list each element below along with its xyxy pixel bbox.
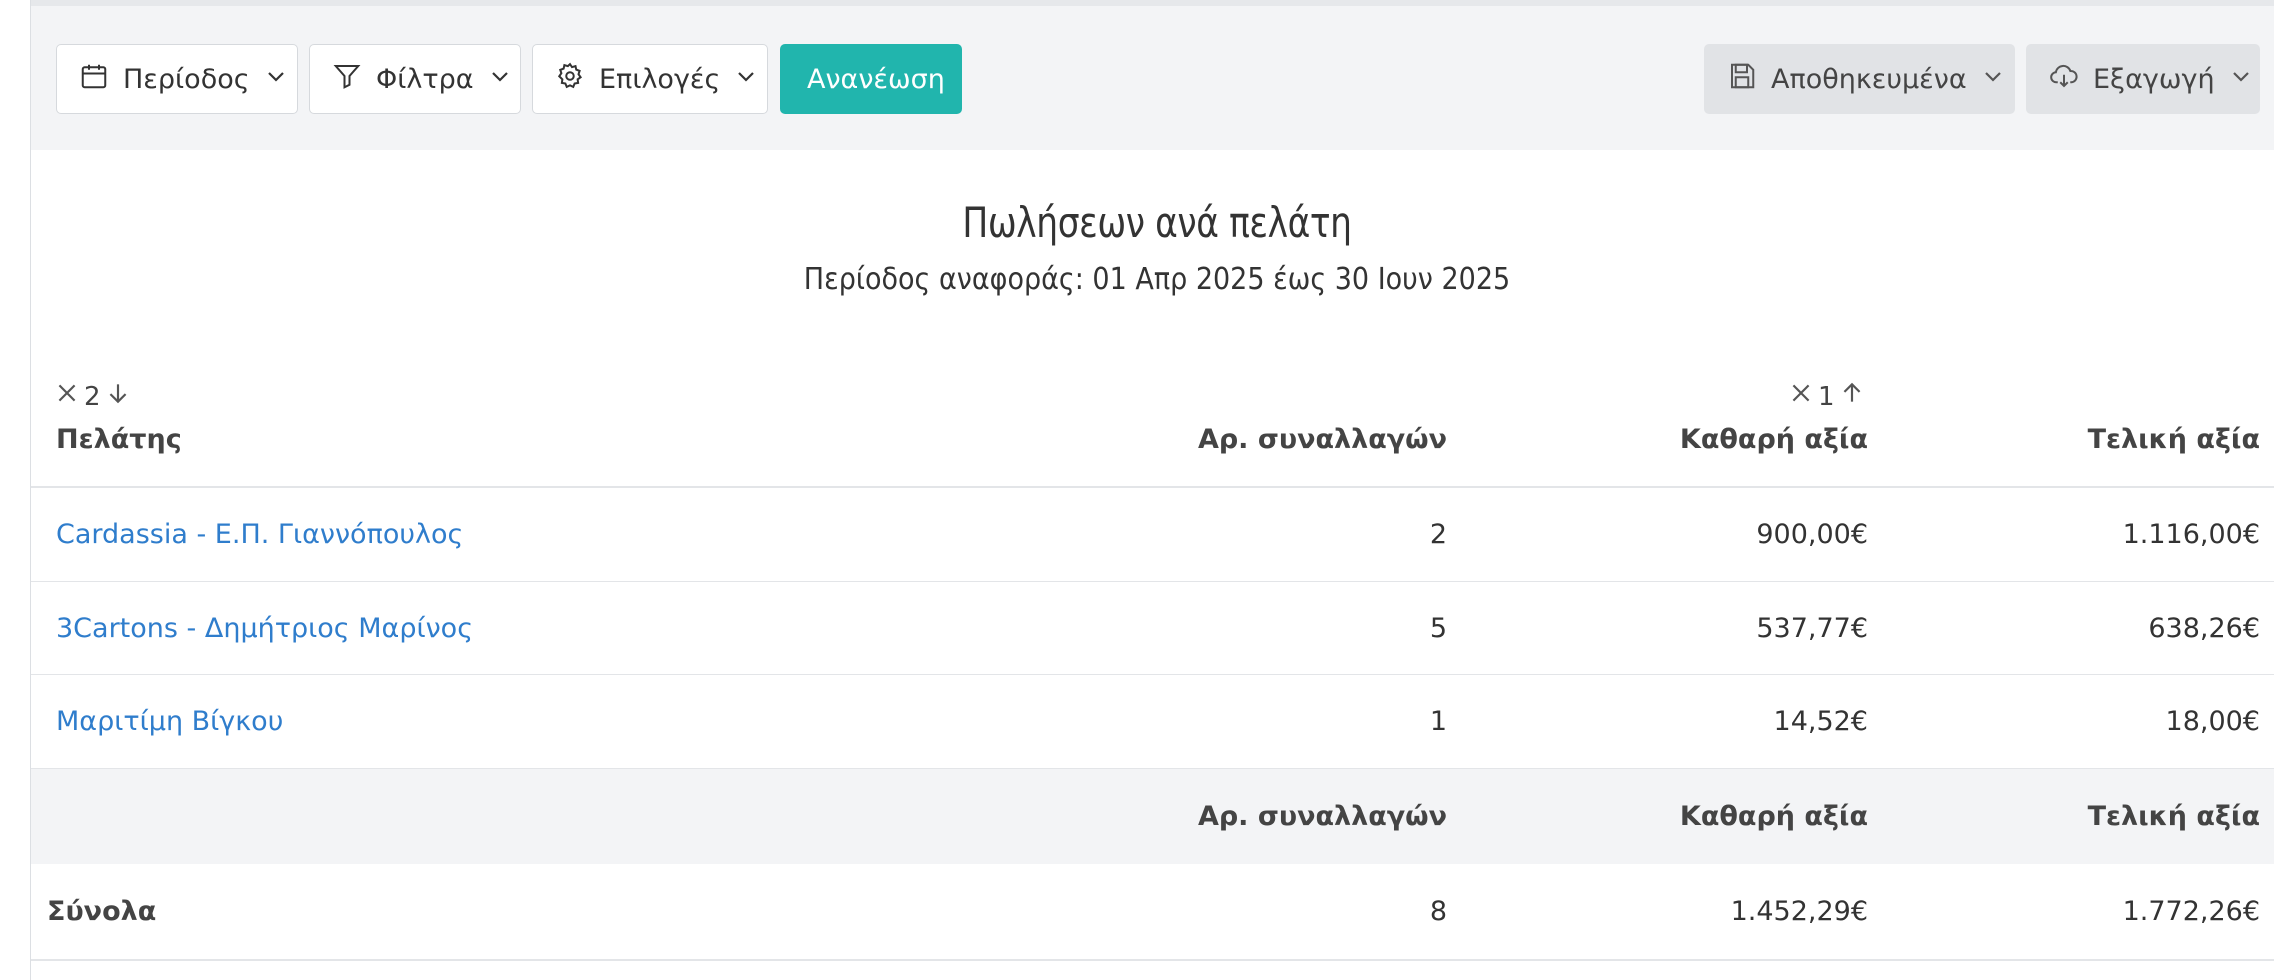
filters-label: Φίλτρα (376, 63, 474, 95)
arrow-down-icon (105, 380, 131, 413)
options-button[interactable]: Επιλογές (532, 44, 768, 114)
column-header-transactions[interactable]: Αρ. συναλλαγών (1198, 424, 1447, 455)
chevron-down-icon (2229, 64, 2253, 95)
floppy-disk-icon (1727, 61, 1757, 98)
net-cell: 537,77€ (1756, 613, 1868, 644)
chevron-down-icon (1981, 64, 2005, 95)
totals-label: Σύνολα (47, 896, 157, 927)
total-cell: 638,26€ (2148, 613, 2260, 644)
customer-link[interactable]: 3Cartons - Δημήτριος Μαρίνος (56, 582, 473, 675)
totals-transactions: 8 (1429, 896, 1447, 927)
customer-link[interactable]: Μαριτίμη Βίγκου (56, 675, 283, 768)
footer-header-transactions: Αρ. συναλλαγών (1197, 801, 1447, 832)
cloud-download-icon (2049, 61, 2079, 98)
refresh-label: Ανανέωση (807, 63, 945, 95)
totals-total: 1.772,26€ (2122, 896, 2260, 927)
sort-order: 1 (1818, 381, 1835, 412)
transactions-cell: 5 (1429, 613, 1447, 644)
net-sort-indicator[interactable]: 1 (1788, 380, 1865, 413)
table-bottom-border (31, 959, 2274, 961)
saved-label: Αποθηκευμένα (1771, 63, 1967, 95)
calendar-icon (79, 61, 109, 98)
close-icon[interactable] (1788, 380, 1814, 413)
chevron-down-icon (734, 64, 758, 95)
sort-order: 2 (84, 381, 101, 412)
footer-header-net: Καθαρή αξία (1679, 801, 1868, 832)
customer-sort-indicator[interactable]: 2 (54, 380, 131, 413)
gear-icon (555, 61, 585, 98)
report-title: Πωλήσεων ανά πελάτη (962, 198, 1352, 247)
column-header-customer[interactable]: Πελάτης (56, 424, 182, 455)
transactions-cell: 2 (1429, 519, 1447, 550)
customer-link[interactable]: Cardassia - Ε.Π. Γιαννόπουλος (56, 488, 463, 581)
export-button[interactable]: Εξαγωγή (2026, 44, 2260, 114)
filters-button[interactable]: Φίλτρα (309, 44, 521, 114)
column-header-total[interactable]: Τελική αξία (2088, 424, 2260, 455)
net-cell: 14,52€ (1773, 706, 1868, 737)
total-cell: 1.116,00€ (2122, 519, 2260, 550)
period-label: Περίοδος (123, 63, 250, 95)
column-header-net[interactable]: Καθαρή αξία (1680, 424, 1868, 455)
net-cell: 900,00€ (1756, 519, 1868, 550)
period-button[interactable]: Περίοδος (56, 44, 298, 114)
transactions-cell: 1 (1429, 706, 1447, 737)
refresh-button[interactable]: Ανανέωση (780, 44, 962, 114)
report-subtitle: Περίοδος αναφοράς: 01 Απρ 2025 έως 30 Ιο… (803, 262, 1511, 297)
footer-header-total: Τελική αξία (2087, 801, 2260, 832)
export-label: Εξαγωγή (2093, 63, 2215, 95)
options-label: Επιλογές (599, 63, 721, 95)
footer-header-row: Αρ. συναλλαγών Καθαρή αξία Τελική αξία (31, 769, 2274, 864)
table-row: 3Cartons - Δημήτριος Μαρίνος 5 537,77€ 6… (31, 582, 2274, 675)
funnel-icon (332, 61, 362, 98)
totals-row: Σύνολα 8 1.452,29€ 1.772,26€ (31, 864, 2274, 959)
chevron-down-icon (264, 64, 288, 95)
chevron-down-icon (488, 64, 512, 95)
close-icon[interactable] (54, 380, 80, 413)
table-row: Μαριτίμη Βίγκου 1 14,52€ 18,00€ (31, 675, 2274, 768)
table-row: Cardassia - Ε.Π. Γιαννόπουλος 2 900,00€ … (31, 488, 2274, 581)
saved-reports-button[interactable]: Αποθηκευμένα (1704, 44, 2015, 114)
arrow-up-icon (1839, 380, 1865, 413)
totals-net: 1.452,29€ (1730, 896, 1868, 927)
total-cell: 18,00€ (2165, 706, 2260, 737)
report-toolbar: Περίοδος Φίλτρα Επιλογές Ανανέωση Αποθηκ… (31, 6, 2274, 150)
